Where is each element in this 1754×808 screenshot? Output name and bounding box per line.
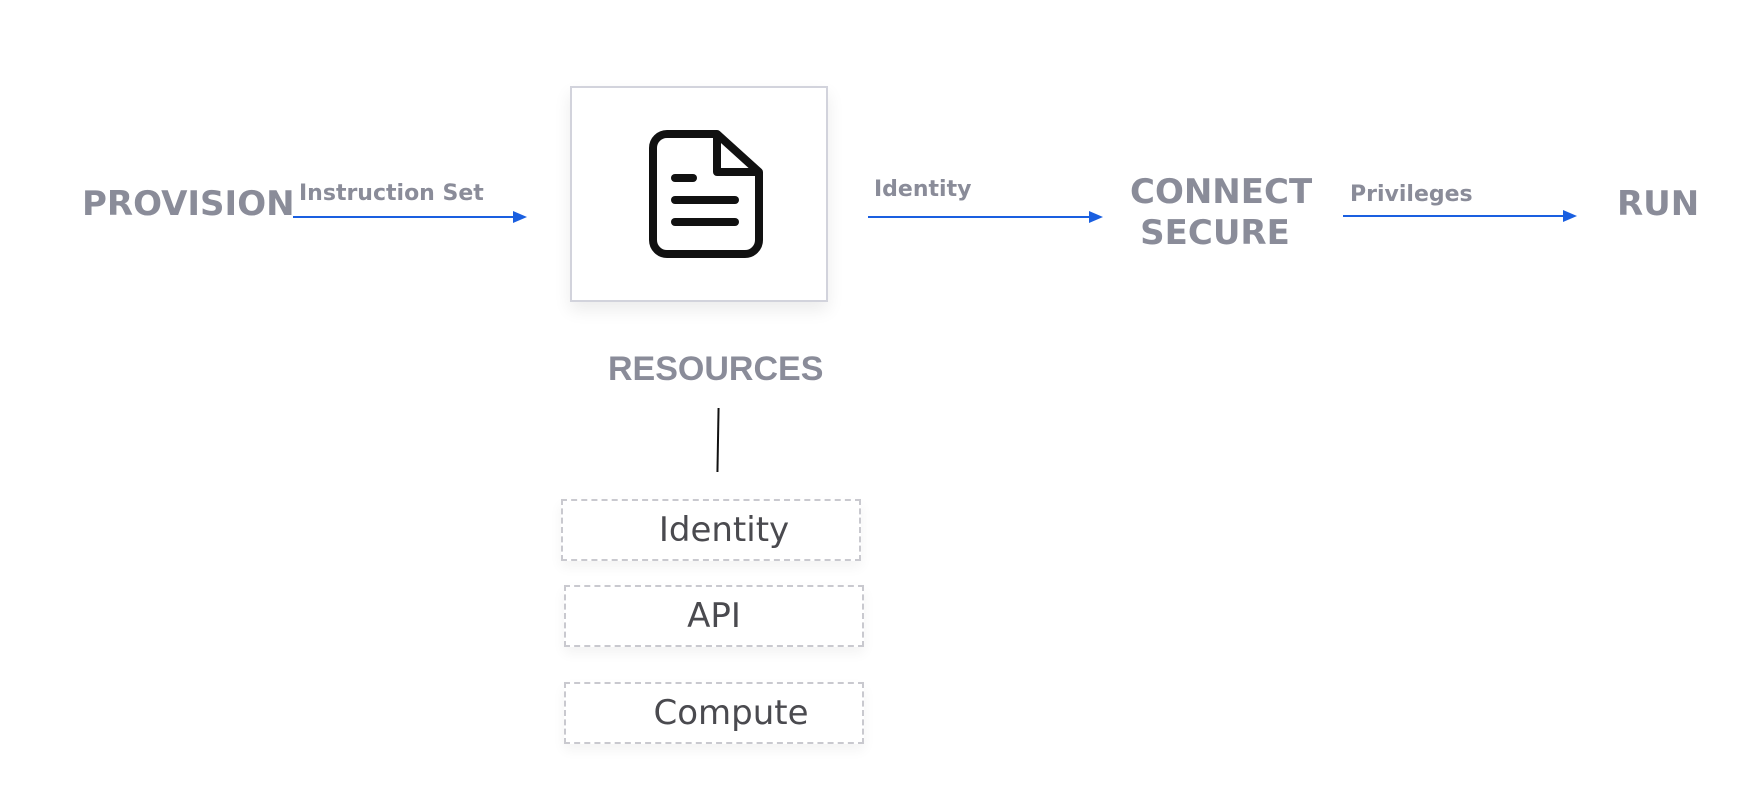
arrow-document-to-connect xyxy=(868,216,1089,218)
node-provision: PROVISION xyxy=(82,184,295,224)
resources-title: RESOURCES xyxy=(608,350,824,388)
resource-label-api: API xyxy=(687,596,741,636)
resources-connector-line xyxy=(716,407,720,473)
document-icon xyxy=(649,130,763,258)
edge-label-identity: Identity xyxy=(874,177,972,202)
arrow-provision-to-document xyxy=(293,216,513,218)
resource-label-compute: Compute xyxy=(653,693,809,733)
edge-label-privileges: Privileges xyxy=(1350,182,1473,207)
edge-label-instruction-set: Instruction Set xyxy=(299,181,484,206)
arrow-head-connect-to-run xyxy=(1563,210,1577,222)
node-connect-line1: CONNECT xyxy=(1130,172,1313,212)
document-card xyxy=(570,86,828,302)
arrow-head-provision-to-document xyxy=(513,211,527,223)
node-connect-line2: SECURE xyxy=(1140,213,1290,253)
node-connect-secure: CONNECT SECURE xyxy=(1130,172,1313,254)
arrow-head-document-to-connect xyxy=(1089,211,1103,223)
node-run: RUN xyxy=(1617,184,1700,224)
resource-label-identity: Identity xyxy=(658,510,790,550)
resource-box-compute: Compute xyxy=(564,682,864,744)
resource-box-api: API xyxy=(564,585,864,647)
resource-box-identity: Identity xyxy=(561,499,861,561)
arrow-connect-to-run xyxy=(1343,215,1563,217)
